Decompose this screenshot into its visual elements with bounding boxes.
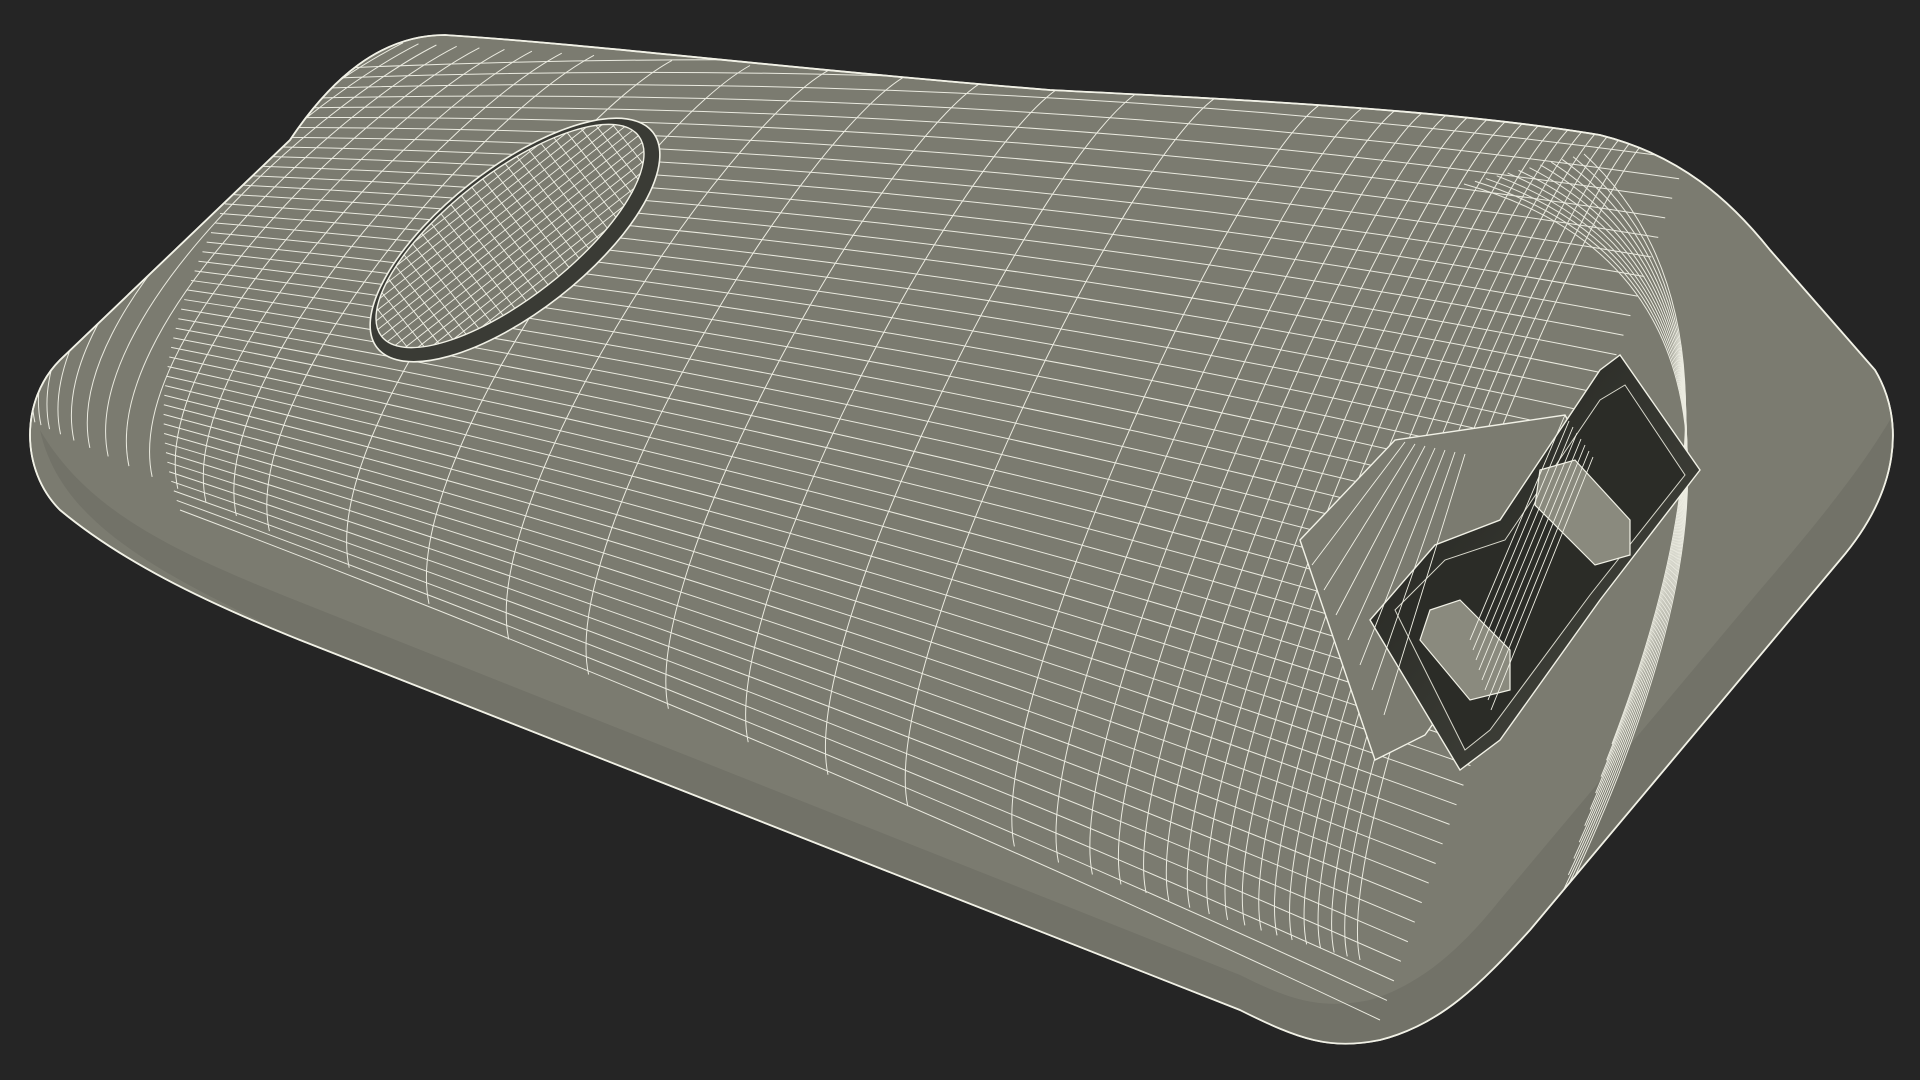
render-viewport <box>0 0 1920 1080</box>
wireframe-model <box>29 34 1894 1045</box>
